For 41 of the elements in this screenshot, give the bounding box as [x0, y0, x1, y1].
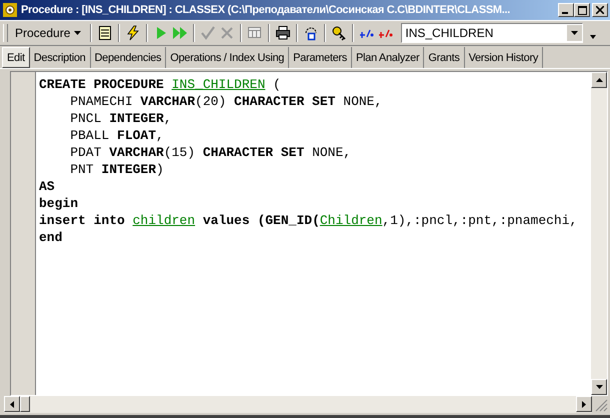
- key-icon[interactable]: [331, 25, 348, 41]
- code-line: AS: [39, 178, 55, 195]
- code-line: PBALL FLOAT,: [69, 127, 164, 144]
- code-line: PNCL INTEGER,: [69, 110, 172, 127]
- tab[interactable]: Edit: [2, 47, 30, 68]
- code-line: PDAT VARCHAR(15) CHARACTER SET NONE,: [69, 144, 352, 161]
- scroll-right-icon: [582, 400, 586, 408]
- app-icon: [2, 2, 18, 18]
- code-line: end: [39, 229, 62, 246]
- object-link[interactable]: children: [132, 213, 196, 228]
- code-line: begin: [39, 195, 78, 212]
- checkmark-icon[interactable]: [200, 25, 216, 41]
- vertical-scrollbar[interactable]: [591, 72, 607, 395]
- scroll-down-icon: [596, 385, 602, 389]
- printer-icon[interactable]: [275, 25, 292, 41]
- close-button[interactable]: [592, 3, 608, 17]
- dropdown-arrow-icon: [74, 31, 82, 35]
- object-combo[interactable]: INS_CHILDREN: [401, 23, 584, 43]
- object-link[interactable]: Children: [320, 213, 382, 228]
- code-line: PNAMECHI VARCHAR(20) CHARACTER SET NONE,: [69, 93, 382, 110]
- minimize-button[interactable]: [558, 3, 574, 17]
- procedure-menu-button[interactable]: Procedure: [11, 24, 86, 42]
- code-line: insert into children values (GEN_ID(Children,1),:pncl,:pnt,:pnamechi,: [39, 212, 578, 229]
- toolbar-options-icon[interactable]: [590, 35, 596, 39]
- scroll-up-icon: [596, 78, 602, 82]
- lightning-icon[interactable]: [125, 25, 142, 41]
- scroll-left-icon: [10, 400, 14, 408]
- maximize-icon: [578, 6, 586, 14]
- code-editor[interactable]: [36, 72, 591, 395]
- maximize-button[interactable]: [574, 3, 590, 17]
- grid-icon[interactable]: [247, 25, 264, 41]
- form-icon[interactable]: [97, 25, 114, 41]
- object-link[interactable]: INS_CHILDREN: [172, 77, 266, 92]
- dropdown-arrow-icon: [571, 31, 578, 35]
- code-line: CREATE PROCEDURE INS_CHILDREN (: [39, 76, 281, 93]
- close-icon: [596, 6, 604, 14]
- horizontal-scrollbar[interactable]: [4, 396, 592, 413]
- window-title: Procedure : [INS_CHILDREN] : CLASSEX (C:\Преподаватели\Сосинская С.С\BDINTER\CLASSM...: [21, 4, 512, 16]
- scroll-thumb[interactable]: [20, 396, 30, 412]
- rotate-icon[interactable]: [303, 25, 320, 41]
- code-line: PNT INTEGER): [69, 161, 164, 178]
